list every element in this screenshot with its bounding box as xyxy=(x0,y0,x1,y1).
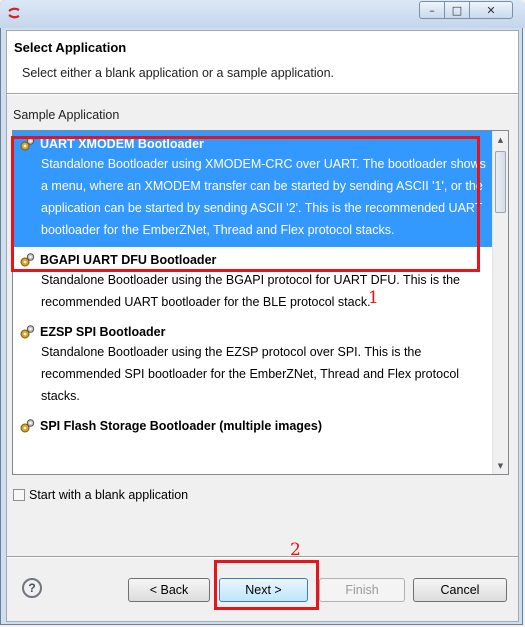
scroll-up-arrow-icon[interactable]: ▲ xyxy=(493,131,508,148)
group-label: Sample Application xyxy=(13,108,120,122)
gear-icon xyxy=(20,325,35,339)
footer-divider xyxy=(7,556,518,558)
header-divider xyxy=(7,93,518,95)
list-item-name: SPI Flash Storage Bootloader (multiple i… xyxy=(40,419,322,433)
help-icon[interactable]: ? xyxy=(22,578,42,598)
blank-application-checkbox[interactable] xyxy=(13,489,25,501)
annotation-box-1 xyxy=(11,136,480,272)
list-item-description: Standalone Bootloader using the EZSP pro… xyxy=(41,345,460,403)
checkbox-label[interactable]: Start with a blank application xyxy=(29,488,188,502)
list-item-description: Standalone Bootloader using the BGAPI pr… xyxy=(41,273,460,309)
back-button[interactable]: < Back xyxy=(128,578,210,602)
gear-icon xyxy=(20,419,35,433)
list-scrollbar[interactable]: ▲ ▼ xyxy=(492,131,508,474)
page-description: Select either a blank application or a s… xyxy=(22,66,334,80)
list-item-name: EZSP SPI Bootloader xyxy=(40,325,166,339)
list-item-title: SPI Flash Storage Bootloader (multiple i… xyxy=(19,417,487,435)
title-bar[interactable]: – □ ✕ xyxy=(0,0,525,28)
cancel-button[interactable]: Cancel xyxy=(413,578,507,602)
annotation-box-2 xyxy=(214,560,319,610)
maximize-button[interactable]: □ xyxy=(444,1,470,19)
list-item[interactable]: SPI Flash Storage Bootloader (multiple i… xyxy=(13,413,493,441)
list-item-title: EZSP SPI Bootloader xyxy=(19,323,487,341)
wizard-header: Select Application Select either a blank… xyxy=(7,31,518,93)
blank-application-checkbox-row[interactable]: Start with a blank application xyxy=(13,488,188,502)
annotation-number-2: 2 xyxy=(290,540,301,560)
page-title: Select Application xyxy=(14,40,127,55)
close-button[interactable]: ✕ xyxy=(469,1,513,19)
scroll-down-arrow-icon[interactable]: ▼ xyxy=(493,457,508,474)
app-logo-icon xyxy=(8,7,20,19)
annotation-number-1: 1 xyxy=(368,288,379,308)
finish-button[interactable]: Finish xyxy=(319,578,405,602)
scrollbar-thumb[interactable] xyxy=(495,151,506,213)
minimize-button[interactable]: – xyxy=(419,1,445,19)
list-item[interactable]: EZSP SPI Bootloader Standalone Bootloader… xyxy=(13,319,493,413)
